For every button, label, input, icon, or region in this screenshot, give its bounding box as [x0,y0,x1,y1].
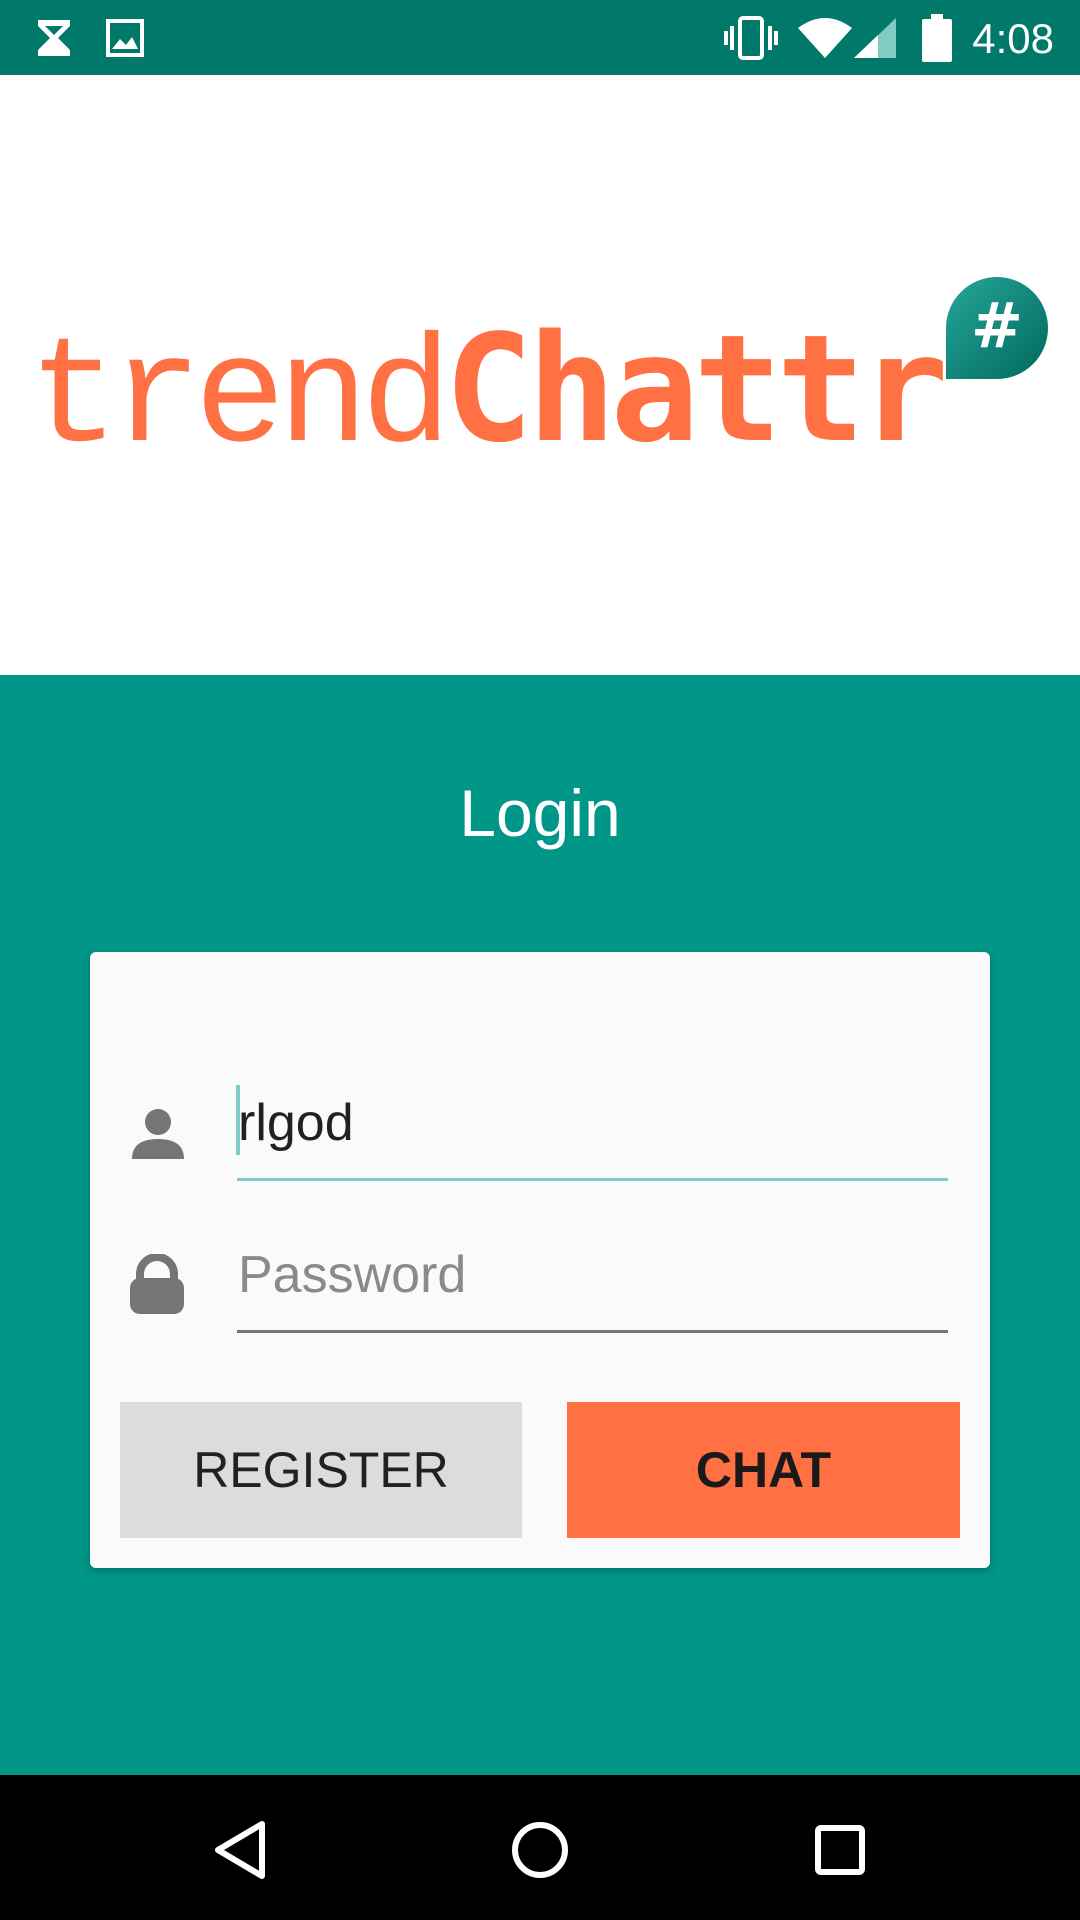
clock: 4:08 [972,15,1054,62]
logo-text-chattr: Chattr [444,303,949,475]
username-field[interactable] [238,1088,948,1158]
hashtag-badge-icon: # [946,277,1048,379]
hourglass-icon [34,0,74,75]
hashtag-symbol: # [971,289,1023,362]
battery-icon [922,0,952,75]
wifi-icon [796,0,854,75]
recents-icon[interactable] [800,1810,880,1890]
login-title: Login [459,776,621,850]
person-icon [132,1109,184,1159]
text-cursor [236,1085,240,1155]
image-icon [106,0,144,75]
vibrate-icon [722,0,780,75]
lock-icon [130,1254,184,1314]
back-icon[interactable] [200,1810,280,1890]
logo-text-trend: trend [28,313,452,486]
password-field[interactable] [238,1240,948,1310]
home-icon[interactable] [500,1810,580,1890]
chat-button[interactable]: CHAT [567,1402,960,1538]
register-button[interactable]: REGISTER [120,1402,522,1538]
status-bar: 4:08 [0,0,1080,75]
app-logo: trendChattr [28,315,949,476]
username-underline [237,1178,948,1181]
password-underline [237,1330,948,1333]
cell-signal-icon [852,0,898,75]
